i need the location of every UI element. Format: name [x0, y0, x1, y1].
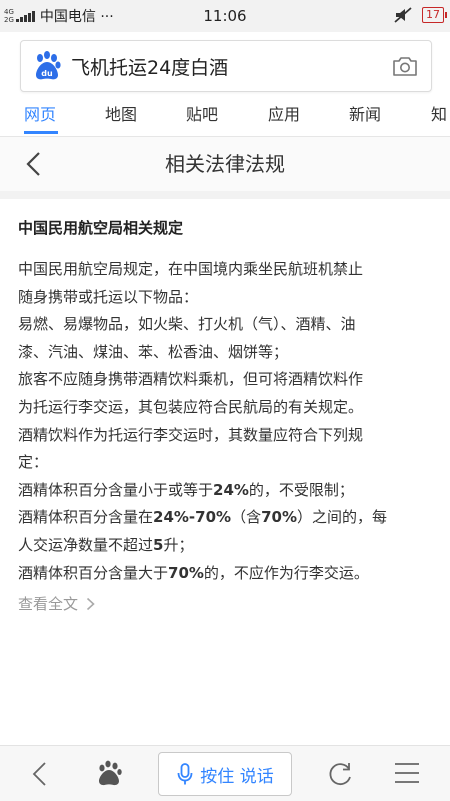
network-2g-label: 2G	[4, 16, 14, 24]
network-type: 4G 2G	[4, 8, 14, 24]
active-tab-indicator	[24, 131, 58, 134]
paragraph-line: 人交运净数量不超过5升；	[18, 535, 194, 554]
paragraph-line: 易燃、易爆物品，如火柴、打火机（气）、酒精、油	[18, 315, 356, 334]
microphone-icon	[177, 763, 193, 785]
read-more-link[interactable]: 查看全文	[18, 593, 432, 614]
paragraph-line: 酒精体积百分含量大于70%的，不应作为行李交运。	[18, 563, 369, 582]
section-title: 中国民用航空局相关规定	[18, 219, 184, 237]
paragraph-line: 酒精体积百分含量小于或等于24%的，不受限制；	[18, 480, 354, 499]
back-icon[interactable]	[30, 761, 48, 787]
network-4g-label: 4G	[4, 8, 14, 16]
search-box[interactable]: du 飞机托运24度白酒	[20, 40, 432, 92]
voice-button-label: 按住 说话	[200, 766, 274, 787]
section-divider	[0, 191, 450, 199]
chevron-right-icon	[86, 597, 95, 610]
paragraph-line: 旅客不应随身携带酒精饮料乘机，但可将酒精饮料作	[18, 370, 364, 389]
baidu-logo-icon: du	[36, 51, 61, 80]
search-query[interactable]: 飞机托运24度白酒	[71, 53, 391, 80]
paragraph-line: 定：	[18, 453, 49, 472]
bottom-toolbar: 按住 说话	[0, 745, 450, 801]
menu-icon[interactable]	[394, 762, 420, 784]
status-bar: 4G 2G 中国电信 ··· 11:06 17	[0, 0, 450, 32]
mute-icon	[394, 7, 412, 23]
tab-web[interactable]: 网页	[24, 96, 56, 134]
status-left: 4G 2G 中国电信 ···	[0, 6, 114, 26]
tab-apps[interactable]: 应用	[268, 96, 300, 134]
tab-zhidao[interactable]: 知	[431, 96, 447, 134]
paragraph-line: 酒精体积百分含量在24%-70%（含70%）之间的，每	[18, 508, 387, 527]
paragraph-line: 随身携带或托运以下物品：	[18, 287, 199, 306]
article-content: 中国民用航空局相关规定 中国民用航空局规定，在中国境内乘坐民航班机禁止 随身携带…	[18, 214, 432, 614]
page-header: 相关法律法规	[0, 137, 450, 191]
search-tabs: 网页 地图 贴吧 应用 新闻 知	[0, 96, 450, 137]
tab-map[interactable]: 地图	[105, 96, 137, 134]
baidu-paw-icon[interactable]	[95, 759, 123, 787]
hold-to-talk-button[interactable]: 按住 说话	[158, 752, 292, 796]
carrier-name: 中国电信 ···	[39, 9, 114, 25]
read-more-label: 查看全文	[18, 595, 79, 614]
paragraph-line: 漆、汽油、煤油、苯、松香油、烟饼等；	[18, 342, 289, 361]
status-right: 17	[394, 7, 447, 23]
svg-text:du: du	[41, 69, 53, 78]
signal-icon	[15, 10, 36, 22]
paragraph-line: 酒精饮料作为托运行李交运时，其数量应符合下列规	[18, 425, 364, 444]
tab-tieba[interactable]: 贴吧	[186, 96, 218, 134]
page-title: 相关法律法规	[165, 152, 285, 176]
battery-icon: 17	[422, 7, 447, 23]
paragraph-line: 中国民用航空局规定，在中国境内乘坐民航班机禁止	[18, 260, 364, 278]
camera-icon[interactable]	[391, 54, 419, 78]
paragraph-line: 为托运行李交运，其包装应符合民航局的有关规定。	[18, 397, 364, 416]
refresh-icon[interactable]	[326, 760, 354, 788]
tab-news[interactable]: 新闻	[349, 96, 381, 134]
